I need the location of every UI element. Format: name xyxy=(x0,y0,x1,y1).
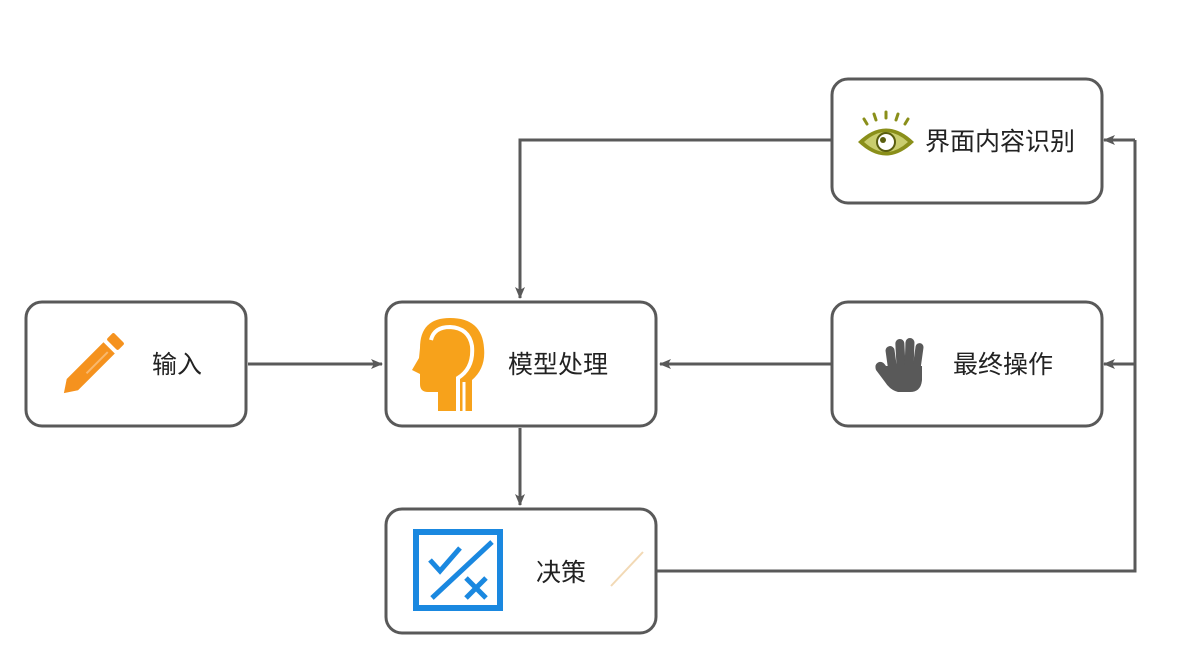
node-decision: 决策 xyxy=(384,507,658,635)
flow-diagram: 输入 模型处理 决策 界面内容识别 最终操作 xyxy=(24,77,1137,635)
node-input: 输入 xyxy=(24,300,248,428)
node-recognition-label: 界面内容识别 xyxy=(925,127,1075,156)
node-decision-label: 决策 xyxy=(536,558,586,587)
node-operation-label: 最终操作 xyxy=(953,350,1053,379)
node-model: 模型处理 xyxy=(384,300,658,428)
node-model-label: 模型处理 xyxy=(508,350,608,379)
node-input-label: 输入 xyxy=(152,350,202,379)
node-input-box xyxy=(24,300,248,428)
edge-recognition-to-model xyxy=(515,138,832,299)
node-decision-box xyxy=(384,507,658,635)
node-recognition: 界面内容识别 xyxy=(830,77,1104,205)
node-operation: 最终操作 xyxy=(830,300,1104,428)
